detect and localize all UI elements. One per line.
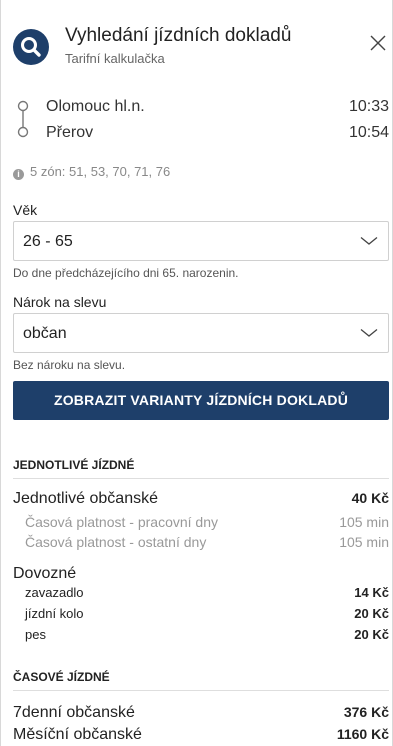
age-label: Věk [13,202,38,218]
fare-price: 376 Kč [343,704,389,720]
info-icon: i [13,169,24,180]
divider [13,690,389,691]
discount-value: občan [23,325,67,342]
luggage-price: 20 Kč [354,606,389,621]
single-fare-heading: JEDNOTLIVÉ JÍZDNÉ [13,458,135,472]
from-station: Olomouc hl.n. [46,98,145,115]
validity-label: Časová platnost - ostatní dny [25,534,207,550]
divider [13,478,389,479]
validity-label: Časová platnost - pracovní dny [25,514,218,530]
discount-select[interactable]: občan [13,313,389,353]
route-summary: Olomouc hl.n. 10:33 Přerov 10:54 [13,98,389,146]
periodic-fare-heading: ČASOVÉ JÍZDNÉ [13,670,110,684]
chevron-down-icon [360,328,378,337]
chevron-down-icon [360,236,378,245]
validity-value: 105 min [339,534,389,550]
search-icon [13,29,49,65]
fare-price: 1160 Kč [336,726,389,742]
luggage-price: 14 Kč [354,585,389,600]
luggage-price: 20 Kč [354,627,389,642]
luggage-label: zavazadlo [25,585,84,600]
calculator-panel: Vyhledání jízdních dokladů Tarifní kalku… [0,0,393,746]
validity-value: 105 min [339,514,389,530]
to-station: Přerov [46,124,94,141]
age-select[interactable]: 26 - 65 [13,221,389,261]
arrival-time: 10:54 [348,124,389,141]
luggage-heading: Dovozné [13,565,77,582]
luggage-label: jízdní kolo [25,606,84,621]
fare-name: 7denní občanské [13,704,135,721]
age-hint: Do dne předcházejícího dni 65. narozenin… [13,266,239,280]
route-icon [17,100,29,138]
departure-time: 10:33 [348,98,389,115]
discount-hint: Bez nároku na slevu. [13,358,126,372]
zones-info: i 5 zón: 51, 53, 70, 71, 76 [13,164,170,180]
page-subtitle: Tarifní kalkulačka [65,51,165,66]
fare-name: Měsíční občanské [13,726,142,743]
discount-label: Nárok na slevu [13,294,107,310]
show-fares-button[interactable]: ZOBRAZIT VARIANTY JÍZDNÍCH DOKLADŮ [13,381,389,420]
fare-name: Jednotlivé občanské [13,490,158,507]
fare-price: 40 Kč [351,490,389,506]
close-icon[interactable] [369,34,387,52]
page-title: Vyhledání jízdních dokladů [65,25,292,46]
zones-text: 5 zón: 51, 53, 70, 71, 76 [30,164,171,179]
panel-header: Vyhledání jízdních dokladů Tarifní kalku… [13,24,389,70]
luggage-label: pes [25,627,46,642]
age-value: 26 - 65 [23,233,73,250]
